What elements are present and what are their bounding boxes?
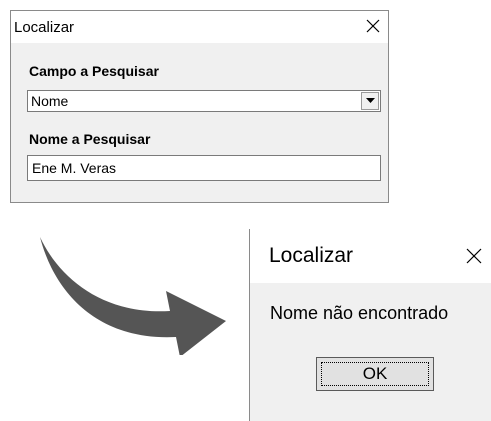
- search-name-value: Ene M. Veras: [32, 160, 117, 176]
- ok-button[interactable]: OK: [316, 357, 434, 391]
- search-field-label: Campo a Pesquisar: [29, 63, 159, 79]
- search-field-select[interactable]: Nome: [27, 90, 381, 112]
- message-dialog-titlebar: Localizar: [250, 229, 491, 283]
- message-dialog-title: Localizar: [269, 244, 354, 267]
- close-icon: [366, 19, 380, 33]
- ok-button-label: OK: [362, 364, 388, 383]
- close-button[interactable]: [360, 13, 386, 39]
- chevron-down-icon: [365, 98, 375, 103]
- screen: Localizar Campo a Pesquisar Nome Nome a …: [0, 0, 491, 421]
- search-name-label: Nome a Pesquisar: [29, 131, 151, 147]
- search-dialog: Localizar Campo a Pesquisar Nome Nome a …: [10, 10, 389, 203]
- dropdown-button[interactable]: [361, 92, 379, 110]
- search-dialog-titlebar: Localizar: [11, 11, 388, 43]
- close-button[interactable]: [459, 241, 489, 271]
- close-icon: [466, 248, 482, 264]
- search-field-value: Nome: [31, 93, 69, 109]
- curved-arrow-icon: [40, 237, 226, 355]
- message-dialog: Localizar Nome não encontrado OK: [249, 229, 491, 421]
- search-name-input[interactable]: Ene M. Veras: [27, 155, 381, 181]
- message-text: Nome não encontrado: [270, 303, 449, 323]
- search-dialog-title: Localizar: [14, 19, 75, 36]
